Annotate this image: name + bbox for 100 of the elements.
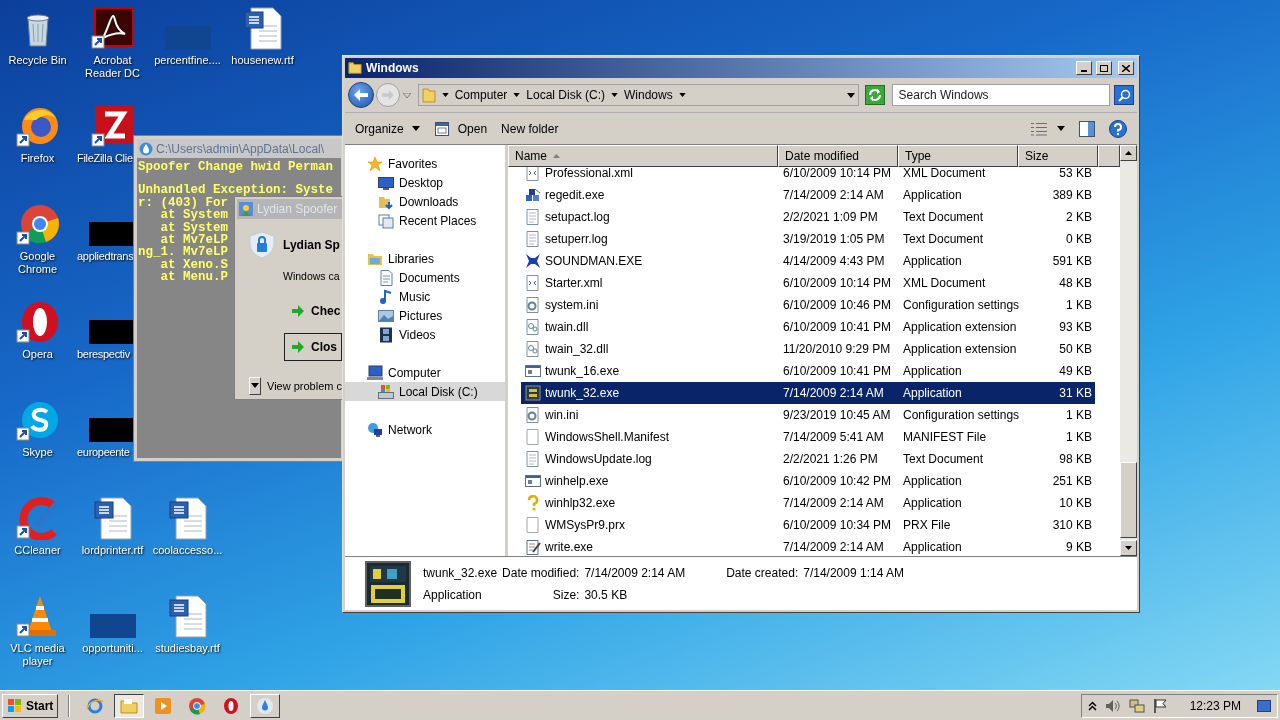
console-line: at System <box>159 221 228 235</box>
date-cell-text: 7/14/2009 2:14 AM <box>782 539 885 556</box>
icon-label[interactable]: CCleaner <box>12 544 63 557</box>
icon-label[interactable]: Recycle Bin <box>6 54 69 67</box>
window-title: C:\Users\admin\AppData\Local\ <box>156 140 325 158</box>
media-player-icon <box>154 696 173 715</box>
icon-label[interactable]: Firefox <box>18 152 57 165</box>
minimize-button[interactable] <box>1076 61 1092 75</box>
file-name: twain_32.dll <box>545 341 609 358</box>
view-options-button[interactable] <box>1031 121 1065 136</box>
breadcrumb-item[interactable]: Computer <box>454 86 508 104</box>
caret-icon <box>441 93 449 97</box>
column-header[interactable]: Name <box>508 145 778 167</box>
date-cell-text: 6/10/2009 10:46 PM <box>782 297 893 314</box>
icon-label[interactable]: Acrobat Reader DC <box>75 54 150 80</box>
toolbar-button[interactable]: New folder <box>501 119 559 138</box>
scroll-up-button[interactable] <box>1120 145 1137 161</box>
help-button[interactable] <box>1109 119 1127 138</box>
caret-icon <box>402 92 411 98</box>
music-note-icon <box>378 288 394 305</box>
icon-label[interactable]: housenew.rtf <box>229 54 296 67</box>
column-header[interactable]: Size <box>1018 145 1098 167</box>
field-label: Size: <box>551 586 580 604</box>
breadcrumb-item[interactable]: Local Disk (C:) <box>526 86 605 104</box>
scroll-thumb[interactable] <box>1120 462 1137 538</box>
icon-label[interactable]: appliedtrans <box>75 250 136 263</box>
icon-label[interactable]: lordprinter.rtf <box>79 544 146 557</box>
toolbar-button[interactable]: Organize <box>355 119 420 138</box>
type-cell-text: XML Document <box>902 167 987 182</box>
file-row[interactable]: twunk_32.exe 7/14/2009 2:14 AM Application 31 KB <box>521 382 1095 404</box>
app-icon[interactable] <box>15 496 60 540</box>
caret-icon <box>411 126 420 131</box>
console-line: Unhandled Exception: Syste <box>138 184 334 197</box>
file-name: twunk_16.exe <box>545 363 620 380</box>
address-bar[interactable]: Computer Local Disk (C:) Windows <box>417 84 859 106</box>
network-icon[interactable] <box>1128 697 1145 714</box>
file-name: win.ini <box>545 407 579 424</box>
flag-icon[interactable] <box>1152 698 1168 713</box>
taskbar-button[interactable] <box>114 693 145 718</box>
blank-icon[interactable] <box>89 614 136 638</box>
size-cell-text: 591 KB <box>1051 253 1093 270</box>
chevron-up-icon[interactable] <box>1087 700 1097 711</box>
arrow-icon <box>291 304 305 317</box>
computer-icon <box>367 364 383 381</box>
program-icon <box>525 385 541 401</box>
back-button[interactable] <box>348 82 374 108</box>
type-cell-text: Application <box>902 187 963 204</box>
search-field[interactable]: Search Windows <box>891 84 1111 106</box>
type-cell-text: Text Document <box>902 451 985 468</box>
icon-label[interactable]: coolaccesso... <box>150 544 225 557</box>
refresh-button[interactable] <box>864 85 885 105</box>
size-cell-text: 98 KB <box>1058 451 1093 468</box>
browser-icon[interactable] <box>15 202 60 246</box>
maximize-button[interactable] <box>1096 61 1112 75</box>
date-cell-text: 3/19/2019 1:05 PM <box>782 231 886 248</box>
breadcrumb-item[interactable]: Windows <box>624 86 673 104</box>
start-button[interactable]: Start <box>2 693 59 718</box>
clock[interactable]: 12:23 PM <box>1189 696 1241 715</box>
icon-label[interactable]: FileZilla Clie <box>75 152 135 165</box>
caret-icon <box>251 383 259 389</box>
toolbar-button[interactable]: Open <box>433 119 488 138</box>
preview-pane-button[interactable] <box>1079 120 1095 137</box>
ring-icon[interactable] <box>15 300 60 344</box>
cubes-icon <box>525 187 541 203</box>
arrow-down-icon <box>1125 546 1132 550</box>
pdf-app-icon[interactable] <box>90 6 135 50</box>
icon-label[interactable]: europeente <box>75 446 132 459</box>
star-icon <box>367 155 383 172</box>
search-button[interactable] <box>1114 85 1134 105</box>
dialog-message: Windows ca <box>283 269 340 284</box>
details-toggle[interactable]: View problem c <box>267 377 342 394</box>
field-value: 30.5 KB <box>584 586 629 604</box>
size-cell-text: 0 KB <box>1065 231 1093 248</box>
question-icon <box>525 495 541 511</box>
column-header[interactable]: Date modified <box>778 145 898 167</box>
dialog-option[interactable]: Clos <box>284 332 342 361</box>
size-cell-text: 2 KB <box>1065 209 1093 226</box>
close-button[interactable] <box>1118 61 1134 75</box>
column-header[interactable]: Type <box>898 145 1018 167</box>
icon-label[interactable]: Opera <box>20 348 55 361</box>
speaker-icon[interactable] <box>1104 698 1121 713</box>
icon-label[interactable]: berespectiv <box>75 348 132 361</box>
dialog-option[interactable]: Chec <box>284 296 342 325</box>
caret-icon <box>846 92 855 98</box>
console-line: ng_1. Mv7eLP <box>138 246 228 259</box>
scroll-down-button[interactable] <box>1120 540 1137 556</box>
arrow-icon <box>291 340 305 353</box>
show-desktop-button[interactable] <box>1257 699 1271 712</box>
expand-button[interactable] <box>249 376 261 395</box>
console-line: at Xeno.S <box>160 258 228 272</box>
date-cell-text: 7/14/2009 5:41 AM <box>782 429 885 446</box>
date-cell-text: 6/10/2009 10:14 PM <box>782 167 893 182</box>
file-name: winhelp.exe <box>545 473 609 490</box>
icon-label[interactable]: percentfine.... <box>152 54 223 67</box>
app-icon[interactable] <box>90 104 135 148</box>
icon-label[interactable]: Google Chrome <box>0 250 75 276</box>
nav-item[interactable]: Local Disk (C:) <box>345 382 505 401</box>
icon-label[interactable]: Skype <box>20 446 55 459</box>
type-cell-text: XML Document <box>902 275 987 292</box>
size-cell-text: 9 KB <box>1065 539 1093 556</box>
